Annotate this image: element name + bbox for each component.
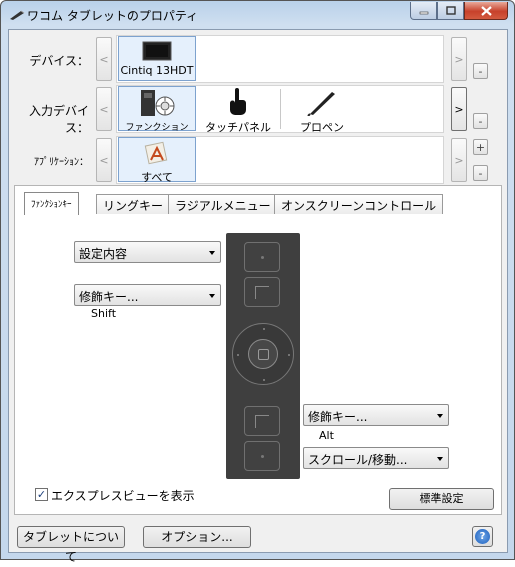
express-key-1[interactable] [244,242,280,272]
input-device-tile-touch[interactable]: タッチパネル [200,86,276,134]
minimize-icon [419,11,428,14]
application-tile-label: すべて [141,171,173,184]
cintiq-tablet-icon [142,41,172,61]
input-device-tile-function[interactable]: ファンクション [118,86,196,133]
function-key3-modifier: Alt [319,429,334,442]
input-device-tile-pen[interactable]: プロペン [284,86,360,134]
input-device-remove-button[interactable]: - [473,113,488,129]
function-key2-modifier: Shift [91,307,117,320]
tab-ring-keys[interactable]: リングキー [96,194,171,214]
application-tile-all[interactable]: すべて [118,137,196,184]
tile-separator [280,89,281,129]
device-remove-button[interactable]: - [473,63,488,79]
touch-hand-icon [230,88,246,115]
input-device-tile-label-pen: プロペン [300,121,344,134]
input-device-tile-label-touch: タッチパネル [205,121,271,134]
pro-pen-icon [307,92,335,117]
function-key1-dropdown[interactable]: 設定内容 [74,241,221,263]
default-settings-button[interactable]: 標準設定 [389,488,494,510]
close-icon [480,5,492,16]
options-button[interactable]: オプション... [143,526,251,548]
close-button[interactable] [464,2,508,20]
express-keys-graphic [226,233,300,479]
input-device-tile-label-function: ファンクション [125,123,189,133]
maximize-button[interactable] [437,2,464,20]
device-prev-button[interactable]: < [96,37,112,81]
application-next-button[interactable]: > [451,138,467,182]
device-row-label: デバイス： [29,54,89,68]
input-device-prev-button[interactable]: < [96,87,112,131]
rocker-center-button[interactable] [248,339,278,369]
express-view-checkbox[interactable]: ✓ [35,488,48,501]
application-prev-button[interactable]: < [96,138,112,182]
application-remove-button[interactable]: - [473,165,488,181]
device-tile-cintiq[interactable]: Cintiq 13HDT [118,36,196,81]
chevron-down-icon [209,294,215,298]
device-next-button[interactable]: > [451,37,467,81]
all-apps-icon [144,141,168,165]
function-key4-dropdown[interactable]: スクロール/移動... [303,447,449,469]
about-tablet-button[interactable]: タブレットについて [17,526,125,564]
help-button[interactable]: ? [472,526,493,547]
tab-function-keys[interactable]: ﾌｧﾝｸｼｮﾝｷｰ [24,192,79,215]
function-key1-value: 設定内容 [79,247,128,261]
express-key-3[interactable] [244,406,280,436]
express-view-label: エクスプレスビューを表示 [51,489,195,503]
minimize-button[interactable] [410,2,437,20]
express-key-2[interactable] [244,277,280,307]
input-device-next-button[interactable]: > [451,87,467,131]
function-keys-icon [141,90,175,116]
tab-onscreen-controls[interactable]: オンスクリーンコントロール [274,194,444,214]
tab-radial-menu[interactable]: ラジアルメニュー [168,194,278,214]
application-row-label: ｱﾌﾟﾘｹｰｼｮﾝ： [34,157,89,168]
function-key4-value: スクロール/移動... [308,453,408,467]
title-bar[interactable]: ワコム タブレットのプロパティ [1,1,514,28]
pen-app-icon [10,10,25,20]
application-add-button[interactable]: + [473,139,488,155]
window-title: ワコム タブレットのプロパティ [27,9,199,23]
input-device-row-label: 入力デバイス： [28,104,89,135]
device-tile-label: Cintiq 13HDT [120,64,194,77]
chevron-down-icon [209,251,215,255]
maximize-icon [445,6,456,15]
chevron-down-icon [437,457,443,461]
rocker-ring[interactable] [232,323,294,385]
caption-buttons [410,2,508,20]
chevron-down-icon [437,414,443,418]
properties-window: ワコム タブレットのプロパティ デバイス： < Cintiq 13HDT > -… [0,0,515,564]
express-key-4[interactable] [244,441,280,471]
function-key3-dropdown[interactable]: 修飾キー... [303,404,449,426]
function-key3-value: 修飾キー... [308,410,368,424]
function-key2-dropdown[interactable]: 修飾キー... [74,284,221,306]
help-icon: ? [475,529,490,544]
function-key2-value: 修飾キー... [79,290,139,304]
